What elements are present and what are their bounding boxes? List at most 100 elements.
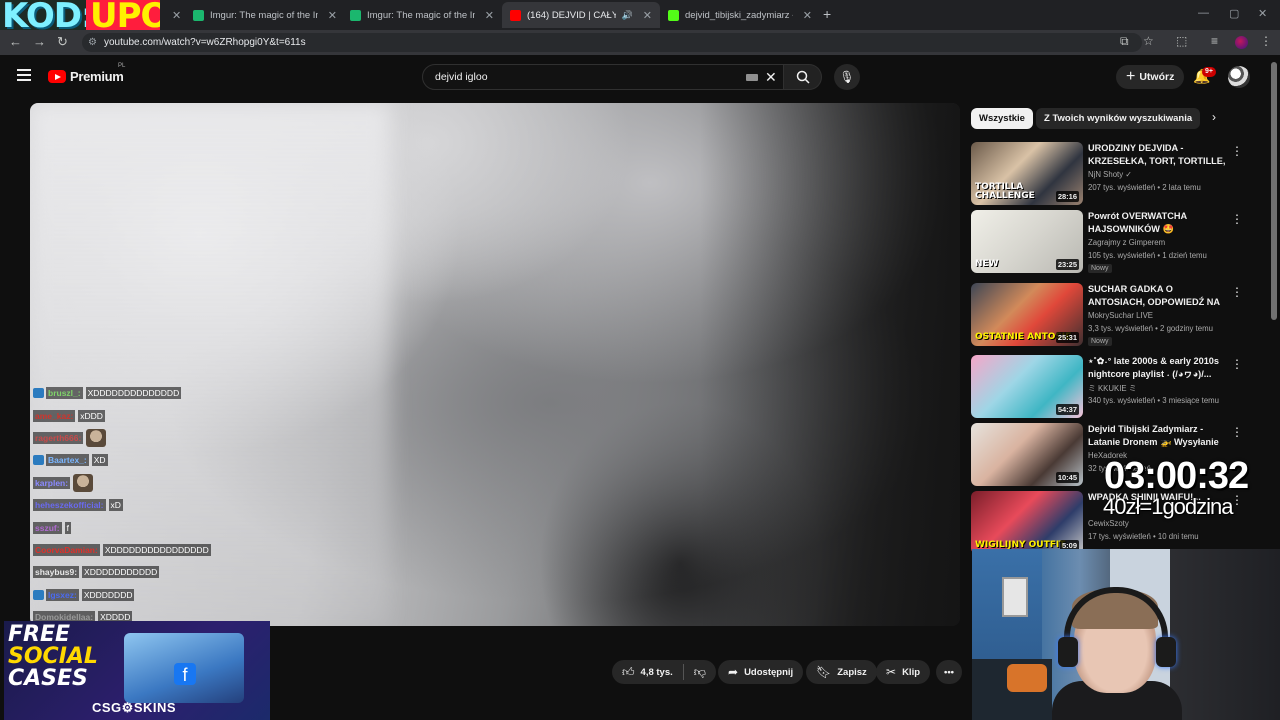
browser-tabstrip: KOD: UPO ✕ Imgur: The magic of the Inter… [0, 0, 1280, 30]
video-duration: 25:31 [1055, 332, 1079, 343]
thumbnail-caption: NEW [975, 259, 999, 269]
share-button[interactable]: ➦ Udostępnij [718, 660, 804, 684]
chat-message: shaybus9: XDDDDDDDDDDD [33, 561, 293, 583]
tab-close-icon[interactable]: ✕ [803, 9, 812, 22]
search-input[interactable]: dejvid igloo ✕ [422, 64, 784, 90]
video-meta: 340 tys. wyświetleń • 3 miesiące temu [1088, 396, 1219, 405]
new-badge: Nowy [1088, 264, 1112, 273]
url-text: youtube.com/watch?v=w6ZRhopgi0Y&t=611s [104, 37, 306, 48]
tab-close-icon[interactable]: ✕ [328, 9, 337, 22]
bookmark-star-icon[interactable]: ☆ [1143, 34, 1154, 48]
window-close-icon[interactable]: ✕ [1258, 7, 1267, 20]
tab-close-icon[interactable]: ✕ [643, 9, 652, 22]
more-vertical-icon[interactable]: ⋮ [1231, 285, 1243, 299]
back-arrow-icon[interactable]: ← [9, 34, 22, 49]
extensions-icon[interactable]: ⬚ [1176, 34, 1187, 48]
chat-username: shaybus9: [33, 566, 80, 579]
video-title[interactable]: SUCHAR GADKA O ANTOSIACH, ODPOWIEDŹ NA .… [1088, 283, 1226, 309]
video-title[interactable]: Dejvid Tibijski Zadymiarz - Latanie Dron… [1088, 423, 1226, 449]
chip-all[interactable]: Wszystkie [971, 108, 1033, 129]
thumbs-down-icon[interactable]: 👎︎ [694, 665, 706, 680]
chat-text: f [64, 521, 71, 534]
video-title[interactable]: ⋆˚✿˖° late 2000s & early 2010s nightcore… [1088, 355, 1226, 381]
channel-label: NjN Shoty [1088, 170, 1124, 179]
video-title[interactable]: Powrót OVERWATCHA HAJSOWNIKÓW 🤩 [1088, 210, 1226, 236]
tab-close-icon[interactable]: ✕ [485, 9, 494, 22]
webcam-object [1007, 664, 1047, 692]
video-thumbnail[interactable]: TORTILLA CHALLENGE 28:16 [971, 142, 1083, 205]
forward-arrow-icon[interactable]: → [33, 34, 46, 49]
reload-icon[interactable]: ↻ [57, 34, 68, 50]
clip-button[interactable]: ✂ Klip [876, 660, 931, 684]
tab-title: dejvid_tibijski_zadymiarz - Wat [685, 9, 793, 21]
video-duration: 23:25 [1055, 259, 1079, 270]
clip-label: Klip [902, 666, 921, 678]
chat-username: bruszl_: [46, 387, 83, 400]
new-tab-plus-icon[interactable]: + [823, 6, 831, 22]
browser-tab-1[interactable]: Imgur: The magic of the Interne ✕ [185, 2, 345, 28]
recommendation-item[interactable]: TORTILLA CHALLENGE 28:16 URODZINY DEJVIDA … [971, 142, 1243, 206]
browser-tab-3-active[interactable]: (164) DEJVID | CAŁY DZIEŃ 🔊 ✕ [502, 2, 660, 28]
channel-name[interactable]: MokrySuchar LIVE [1088, 311, 1153, 320]
account-avatar[interactable] [1228, 66, 1250, 88]
chat-username: heheszekofficial: [33, 499, 106, 512]
video-thumbnail[interactable]: 54:37 [971, 355, 1083, 418]
video-thumbnail[interactable]: OSTATNIE ANTOSIE 25:31 [971, 283, 1083, 346]
create-button[interactable]: + Utwórz [1116, 65, 1185, 89]
create-label: Utwórz [1139, 71, 1175, 83]
notification-count-badge: 9+ [1202, 67, 1216, 77]
more-actions-button[interactable]: ••• [936, 660, 962, 684]
menu-hamburger-icon[interactable] [17, 69, 31, 84]
kick-favicon-icon [668, 9, 679, 21]
channel-name[interactable]: ミ KKUKIE ミ [1088, 383, 1137, 394]
save-button[interactable]: 🔖︎ Zapisz [806, 660, 877, 684]
ad-line-2: SOCIAL [8, 644, 98, 669]
chat-message: lgsxez: XDDDDDDD [33, 584, 293, 606]
browser-toolbar: ← → ↻ ⚙ youtube.com/watch?v=w6ZRhopgi0Y&… [0, 30, 1280, 55]
share-label: Udostępnij [744, 666, 794, 678]
stream-logo-part1: KOD: [2, 0, 95, 30]
site-info-icon[interactable]: ⚙ [88, 33, 97, 52]
url-bar[interactable]: ⚙ youtube.com/watch?v=w6ZRhopgi0Y&t=611s [82, 33, 1142, 52]
more-vertical-icon[interactable]: ⋮ [1231, 212, 1243, 226]
channel-name[interactable]: NjN Shoty ✓ [1088, 170, 1132, 179]
channel-label: ミ KKUKIE ミ [1088, 384, 1137, 393]
minimize-icon[interactable]: — [1198, 7, 1209, 19]
search-button[interactable] [784, 64, 822, 90]
page-scrollbar[interactable] [1271, 62, 1277, 320]
keyboard-icon[interactable] [746, 74, 758, 81]
chip-from-search[interactable]: Z Twoich wyników wyszukiwania [1036, 108, 1201, 129]
media-control-icon[interactable]: ≡ [1211, 34, 1218, 48]
browser-tab-4[interactable]: dejvid_tibijski_zadymiarz - Wat ✕ [660, 2, 820, 28]
speaker-icon[interactable]: 🔊 [622, 10, 633, 21]
video-thumbnail[interactable]: WIGILIJNY OUTFIT 5:09 [971, 491, 1083, 554]
more-vertical-icon[interactable]: ⋮ [1231, 144, 1243, 158]
browser-menu-icon[interactable]: ⋮ [1260, 34, 1272, 48]
chat-message: ame_kaz: xDDD [33, 404, 293, 426]
recommendation-item[interactable]: NEW 23:25 Powrót OVERWATCHA HAJSOWNIKÓW 🤩 Z… [971, 210, 1243, 274]
more-vertical-icon[interactable]: ⋮ [1231, 425, 1243, 439]
recommendation-item[interactable]: 54:37 ⋆˚✿˖° late 2000s & early 2010s nigh… [971, 355, 1243, 419]
channel-label: Zagrajmy z Gimperem [1088, 238, 1166, 247]
channel-name[interactable]: Zagrajmy z Gimperem [1088, 238, 1165, 247]
like-count[interactable]: 4,8 tys. [641, 667, 673, 678]
video-thumbnail[interactable]: 10:45 [971, 423, 1083, 486]
youtube-premium-logo[interactable]: Premium PL [48, 63, 125, 84]
channel-name[interactable]: CewixSzoty [1088, 519, 1129, 528]
divider [682, 664, 684, 680]
search-query: dejvid igloo [435, 71, 488, 83]
chat-username: sszuf: [33, 521, 62, 534]
clear-search-icon[interactable]: ✕ [765, 65, 777, 89]
chevron-right-icon[interactable]: › [1212, 110, 1216, 124]
more-vertical-icon[interactable]: ⋮ [1231, 357, 1243, 371]
thumbs-up-icon[interactable]: 👍︎ [622, 665, 635, 680]
voice-search-mic-icon[interactable]: 🎙 [834, 64, 860, 90]
video-thumbnail[interactable]: NEW 23:25 [971, 210, 1083, 273]
maximize-icon[interactable]: ▢ [1229, 7, 1239, 20]
subscriber-badge-icon [33, 589, 44, 600]
video-title[interactable]: URODZINY DEJVIDA - KRZESEŁKA, TORT, TORT… [1088, 142, 1226, 168]
cast-icon[interactable]: ⧉ [1120, 34, 1129, 49]
browser-tab-2[interactable]: Imgur: The magic of the Interne ✕ [342, 2, 502, 28]
recommendation-item[interactable]: OSTATNIE ANTOSIE 25:31 SUCHAR GADKA O ANTO… [971, 283, 1243, 347]
browser-profile-avatar[interactable] [1235, 36, 1248, 49]
